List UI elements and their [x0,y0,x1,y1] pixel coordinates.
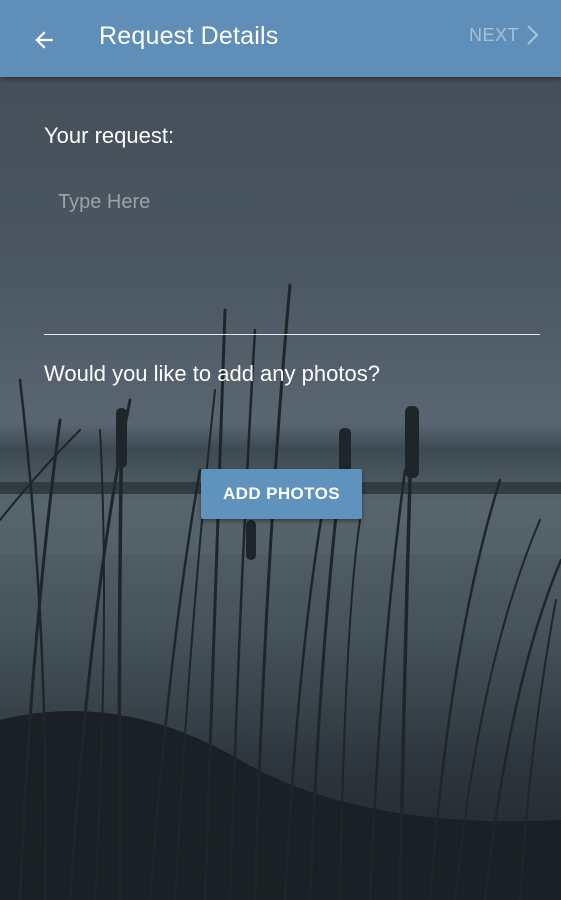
chevron-right-icon [527,25,539,45]
next-button[interactable]: NEXT [469,24,541,46]
app-bar: Request Details NEXT [0,0,561,77]
request-form: Your request: Would you like to add any … [0,77,561,900]
photos-question: Would you like to add any photos? [44,361,380,386]
arrow-left-icon [35,31,53,49]
request-input[interactable] [44,175,540,335]
request-details-screen: Request Details NEXT Your request: Would… [0,0,561,900]
add-photos-button[interactable]: ADD PHOTOS [201,469,362,519]
back-button[interactable] [22,18,66,62]
next-button-label: NEXT [468,24,519,45]
request-label: Your request: [44,123,175,148]
page-title: Request Details [99,22,279,50]
